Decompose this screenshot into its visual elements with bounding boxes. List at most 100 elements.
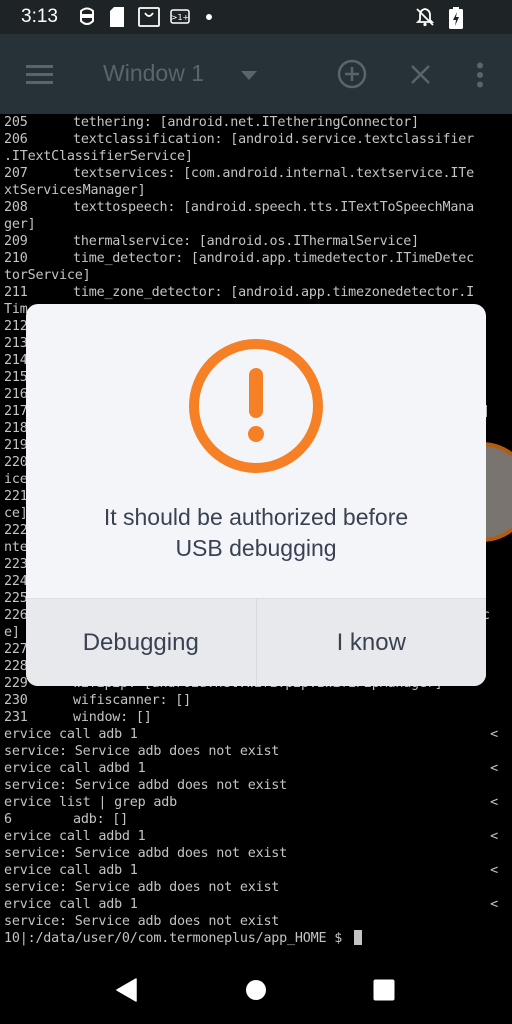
terminal-line-text: thermalservice: [android.os.IThermalServ… [73,234,419,249]
dot-icon [206,14,212,20]
terminal-line-text: window: [] [73,710,152,725]
hamburger-menu-icon[interactable] [26,63,54,85]
sd-card-icon [110,7,124,27]
terminal-line-text: tethering: [android.net.ITetheringConnec… [73,115,419,130]
recents-icon[interactable] [373,979,395,1001]
terminal-line-text: service: Service adbd does not exist [4,778,288,793]
terminal-line-text: service: Service adb does not exist [4,744,280,759]
terminal-line: 207 textservices: [com.android.internal.t… [0,165,512,182]
terminal-line-text: ervice call adb 1 [4,897,138,912]
terminal-line: 208 texttospeech: [android.speech.tts.ITe… [0,199,512,216]
terminal-line: ervice call adbd 1 < [0,828,512,845]
terminal-line-number: 206 [4,132,28,147]
notifications-off-icon [415,8,435,27]
terminal-line: ervice list | grep adb < [0,794,512,811]
dialog-actions: Debugging I know [26,598,486,686]
line-truncated-marker: < [490,795,498,810]
terminal-line-text: ger] [4,217,36,232]
terminal-line-text: texttospeech: [android.speech.tts.ITextT… [73,200,474,215]
terminal-line: 230 wifiscanner: [] [0,692,512,709]
dialog-message-line1: It should be authorized before [103,504,409,530]
overflow-menu-icon[interactable] [476,62,484,88]
terminal-line: ger] [0,216,512,233]
terminal-line: 205 tethering: [android.net.ITetheringCon… [0,114,512,131]
terminal-line: ervice call adb 1 < [0,896,512,913]
terminal-line-text: time_zone_detector: [android.app.timezon… [73,285,474,300]
line-truncated-marker: < [490,829,498,844]
shopping-bag-icon [138,7,160,27]
terminal-line-number: 209 [4,234,28,249]
terminal-line: torService] [0,267,512,284]
terminal-line-text: service: Service adb does not exist [4,914,280,929]
add-window-icon[interactable] [337,59,367,89]
home-icon[interactable] [245,979,267,1001]
terminal-line: 231 window: [] [0,709,512,726]
terminal-line-number: 230 [4,693,28,708]
terminal-line: service: Service adb does not exist [0,879,512,896]
line-truncated-marker: < [490,897,498,912]
terminal-line-number: 208 [4,200,28,215]
status-time: 3:13 [21,6,58,27]
terminal-line: xtServicesManager] [0,182,512,199]
terminal-line-text: ervice list | grep adb [4,795,177,810]
dropdown-arrow-icon[interactable] [241,71,257,80]
terminal-line-text: nte [4,540,28,555]
line-truncated-marker: < [490,761,498,776]
debugging-button[interactable]: Debugging [26,599,256,686]
svg-text:>1+: >1+ [171,13,190,22]
back-icon[interactable] [116,978,138,1002]
navigation-bar [0,956,512,1024]
terminal-line-text: time_detector: [android.app.timedetector… [73,251,474,266]
terminal-line-text: .ITextClassifierService] [4,149,193,164]
terminal-line-text: ce] [4,506,28,521]
terminal-line: service: Service adbd does not exist [0,777,512,794]
terminal-line-text: e] [4,625,20,640]
terminal-line: ervice call adb 1 < [0,726,512,743]
usb-debugging-dialog: It should be authorized before USB debug… [26,304,486,686]
dialog-message: It should be authorized before USB debug… [26,502,486,564]
close-window-icon[interactable] [410,64,431,85]
terminal-line-text: ervice call adb 1 [4,727,138,742]
dialog-message-line2: USB debugging [175,535,337,561]
terminal-line-text: Tim [4,302,28,317]
warning-icon-bar [249,368,263,418]
i-know-button[interactable]: I know [255,599,487,686]
terminal-line-text: service: Service adb does not exist [4,880,280,895]
window-title[interactable]: Window 1 [103,60,204,87]
terminal-line-text: textservices: [com.android.internal.text… [73,166,474,181]
android-debug-icon [80,7,94,25]
terminal-line-text: service: Service adbd does not exist [4,846,288,861]
terminal-line-text: wifiscanner: [] [73,693,191,708]
terminal-line-number: 231 [4,710,28,725]
terminal-line: 211 time_zone_detector: [android.app.time… [0,284,512,301]
terminal-cursor [353,930,362,945]
terminal-line-number: 205 [4,115,28,130]
terminal-line: 210 time_detector: [android.app.timedetec… [0,250,512,267]
warning-icon-dot [248,426,264,442]
terminal-line-text: adb: [] [73,812,129,827]
terminal-prompt-line[interactable]: 10|:/data/user/0/com.termoneplus/app_HOM… [0,930,512,947]
warning-exclamation-icon [189,339,323,473]
terminal-line: .ITextClassifierService] [0,148,512,165]
battery-charging-icon [449,7,463,29]
terminal-line-text: textclassification: [android.service.tex… [73,132,474,147]
terminal-line: service: Service adb does not exist [0,743,512,760]
terminal-line: 206 textclassification: [android.service.… [0,131,512,148]
terminal-line-number: 6 [4,812,12,827]
terminal-line-text: ice [4,472,28,487]
terminal-line: ervice call adbd 1 < [0,760,512,777]
terminal-line: ervice call adb 1 < [0,862,512,879]
terminal-line-number: 210 [4,251,28,266]
app-bar: Window 1 [0,34,512,114]
terminal-prompt: 10|:/data/user/0/com.termoneplus/app_HOM… [4,931,350,946]
terminal-line-text: xtServicesManager] [4,183,146,198]
terminal-line: 6 adb: [] [0,811,512,828]
badge-1plus-icon: >1+ [170,9,190,24]
status-bar: 3:13 >1+ [0,0,512,34]
line-truncated-marker: < [490,863,498,878]
line-truncated-marker: < [490,727,498,742]
terminal-line: service: Service adb does not exist [0,913,512,930]
terminal-line-number: 211 [4,285,28,300]
terminal-line-text: torService] [4,268,91,283]
terminal-line: service: Service adbd does not exist [0,845,512,862]
